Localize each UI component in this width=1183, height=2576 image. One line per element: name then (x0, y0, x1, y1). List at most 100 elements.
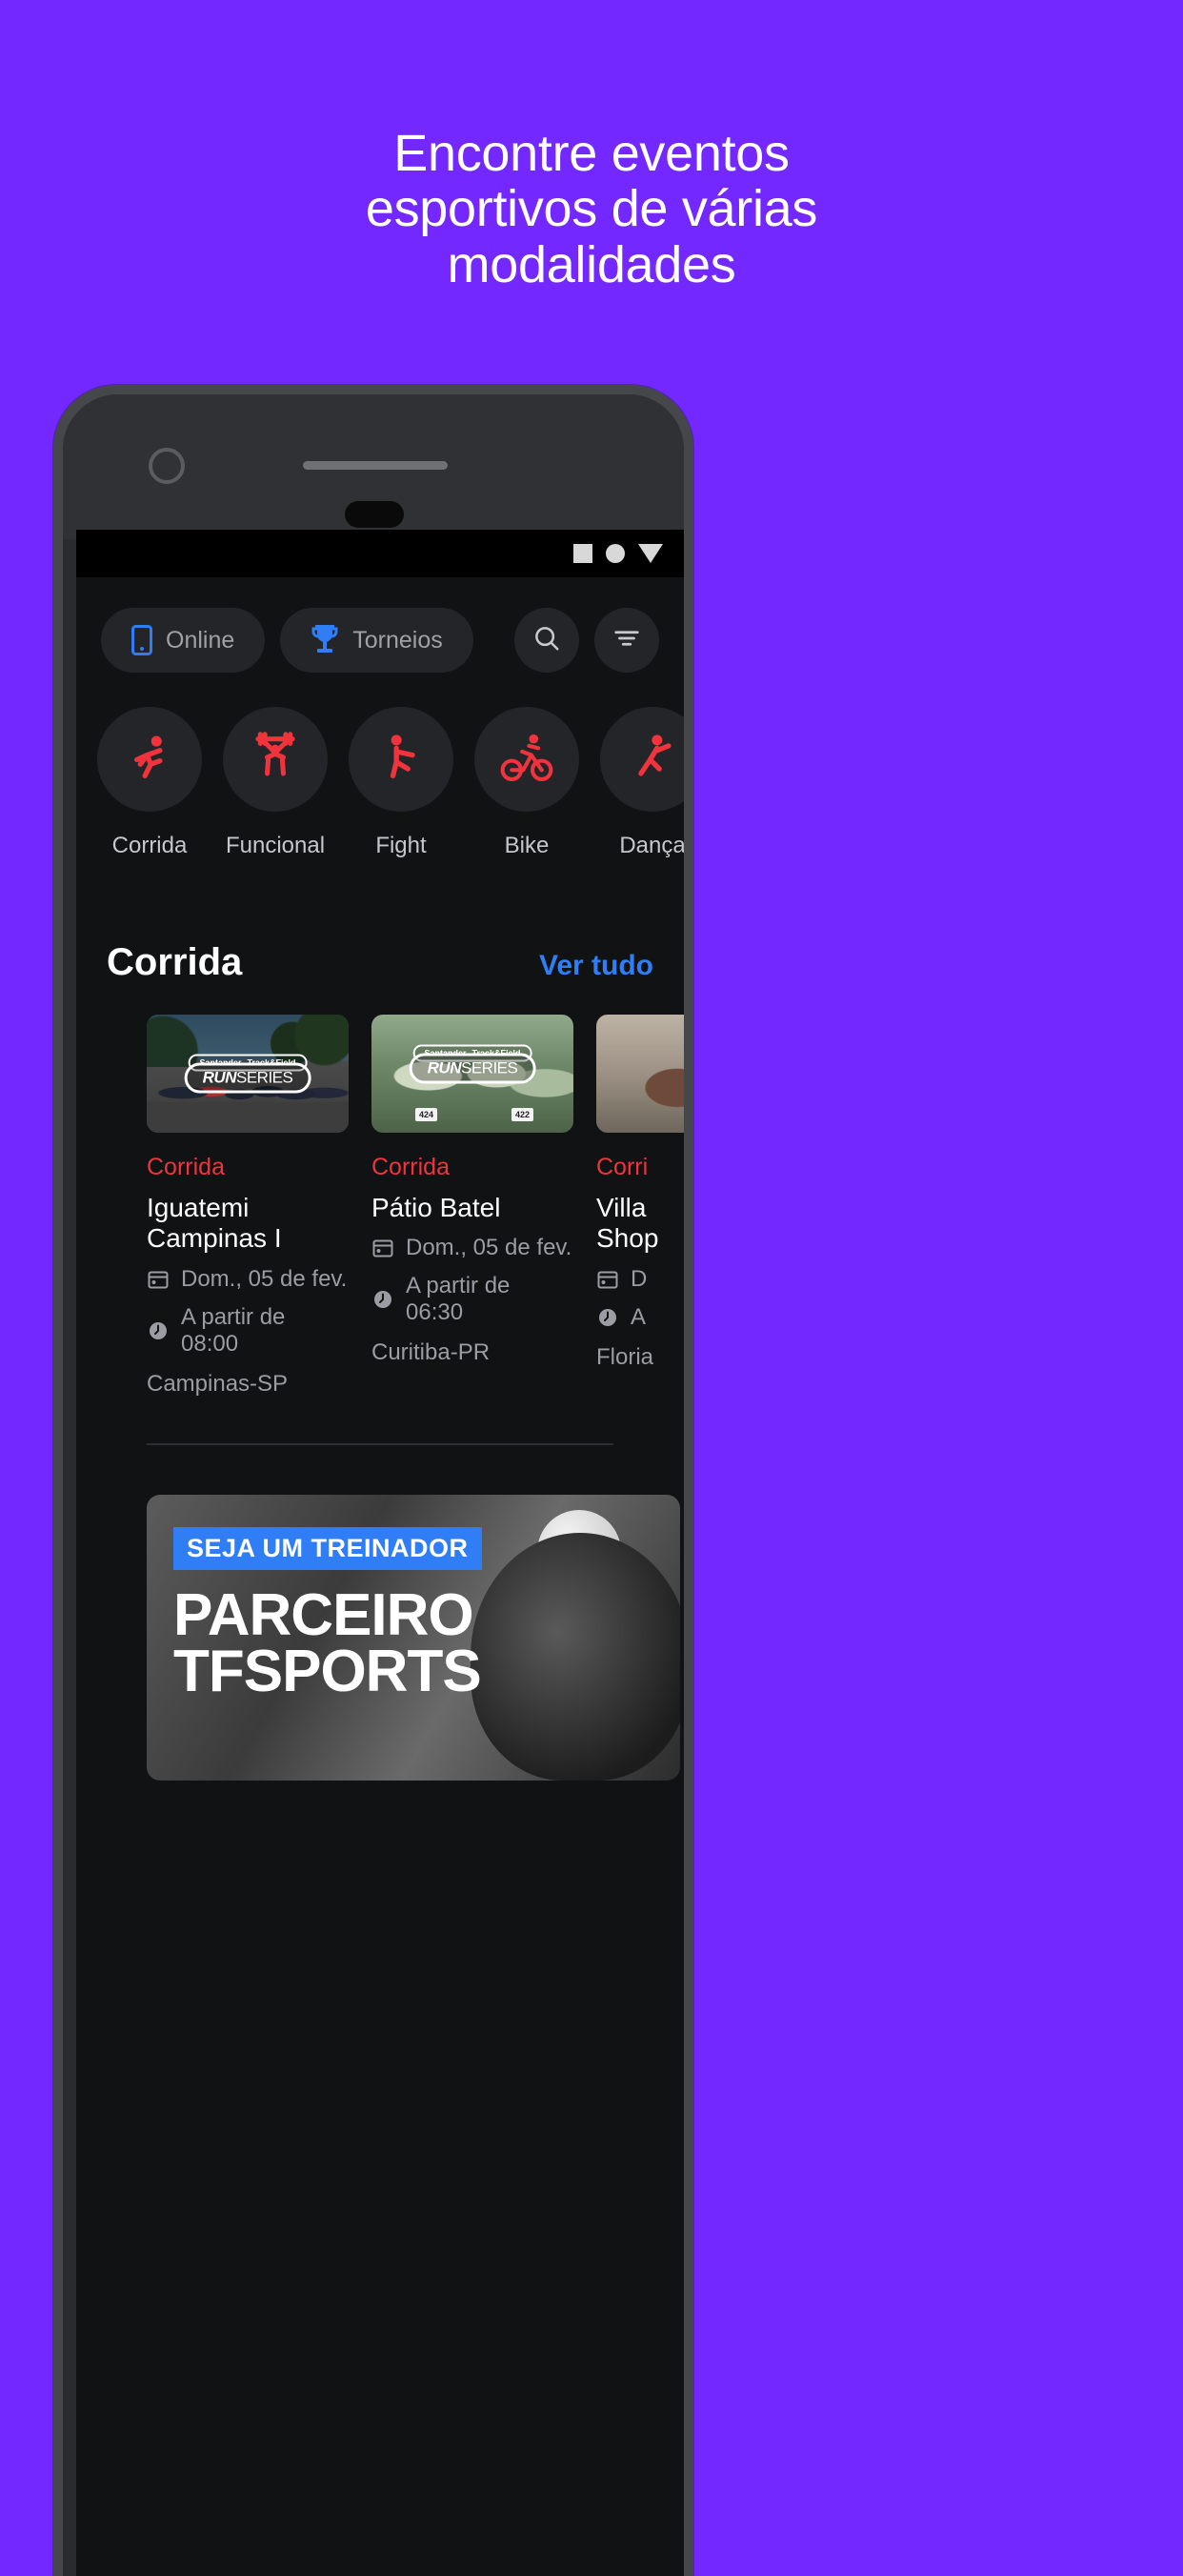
event-date: Dom., 05 de fev. (181, 1265, 348, 1292)
search-icon (532, 624, 561, 657)
phone-mockup: Online Torneios Corrida Funcional Fight … (32, 385, 1149, 2576)
event-time: A partir de 08:00 (181, 1303, 286, 1357)
kickboxing-icon (373, 730, 429, 790)
bib-number: 424 (415, 1108, 438, 1121)
event-time: A (631, 1303, 647, 1330)
event-date-row: D (596, 1266, 684, 1293)
event-date-row: Dom., 05 de fev. (147, 1266, 349, 1293)
run-label: RUN (202, 1068, 237, 1087)
trophy-icon (311, 625, 339, 655)
category-bike[interactable]: Bike (474, 707, 579, 859)
promo-badge: SEJA UM TREINADOR (173, 1526, 482, 1570)
running-icon (122, 730, 177, 790)
category-danca-label: Dança (619, 833, 684, 858)
event-card-image: 424 422 Santander Track&Field RUNSERIES (371, 1015, 573, 1133)
event-title: Iguatemi Campinas I (147, 1193, 282, 1254)
section-header: Corrida Ver tudo (76, 859, 684, 984)
runseries-logo: Santander Track&Field RUNSERIES (409, 1044, 536, 1084)
event-location: Campinas-SP (147, 1370, 289, 1397)
filter-sliders-icon (612, 624, 641, 657)
runseries-pill: RUNSERIES (184, 1062, 311, 1094)
promo-title-line-2: TFSPORTS (173, 1638, 482, 1704)
event-card-image: Santander Track&Field RUNSERIES (147, 1015, 349, 1133)
runseries-logo: Santander Track&Field RUNSERIES (184, 1054, 311, 1094)
promo-title: PARCEIRO TFSPORTS (173, 1581, 482, 1704)
headline-line-1: Encontre eventos (393, 125, 790, 182)
front-camera-icon (149, 448, 185, 484)
chip-online[interactable]: Online (101, 608, 266, 673)
clock-icon (371, 1288, 394, 1311)
earpiece-speaker (303, 461, 448, 470)
category-bike-label: Bike (504, 833, 550, 858)
athlete-photo (471, 1532, 680, 1781)
category-corrida[interactable]: Corrida (97, 707, 202, 859)
cycling-icon (499, 730, 554, 790)
event-time: A partir de 06:30 (406, 1273, 511, 1326)
event-card-image (596, 1015, 684, 1133)
category-funcional[interactable]: Funcional (223, 707, 328, 859)
event-card[interactable]: Corri Villa Shop D A Floria (596, 1015, 684, 1398)
event-time-row: A partir de 06:30 (371, 1273, 573, 1326)
event-tag: Corrida (371, 1154, 450, 1180)
calendar-icon (371, 1237, 394, 1259)
square-icon (573, 544, 592, 563)
event-tag: Corrida (147, 1154, 225, 1180)
phone-body: Online Torneios Corrida Funcional Fight … (53, 385, 693, 2576)
event-card[interactable]: 424 422 Santander Track&Field RUNSERIES (371, 1015, 573, 1398)
page-headline: Encontre eventos esportivos de várias mo… (0, 126, 1183, 292)
circle-icon (606, 544, 625, 563)
category-icon-wrap (97, 707, 202, 812)
weightlifting-icon (248, 730, 303, 790)
see-all-link[interactable]: Ver tudo (539, 950, 653, 982)
category-icon-wrap (349, 707, 453, 812)
phone-top-chrome (63, 394, 684, 539)
event-title-line-2: Shop (596, 1223, 659, 1254)
category-corrida-label: Corrida (111, 833, 188, 858)
series-label: SERIES (235, 1068, 293, 1087)
chip-online-label: Online (166, 626, 235, 654)
event-location: Floria (596, 1343, 654, 1370)
mobile-phone-icon (131, 625, 152, 655)
status-bar (76, 530, 684, 577)
event-location: Curitiba-PR (371, 1339, 491, 1366)
event-date-row: Dom., 05 de fev. (371, 1235, 573, 1261)
calendar-icon (147, 1268, 170, 1291)
run-label: RUN (427, 1058, 462, 1077)
chip-torneios-label: Torneios (352, 626, 443, 654)
event-date: D (631, 1265, 648, 1292)
chip-torneios[interactable]: Torneios (280, 608, 473, 673)
promo-title-line-1: PARCEIRO (173, 1581, 474, 1648)
triangle-down-icon (638, 544, 663, 563)
dancing-icon (625, 730, 680, 790)
search-button[interactable] (514, 608, 579, 673)
category-icon-wrap (600, 707, 684, 812)
category-icon-wrap (223, 707, 328, 812)
section-title: Corrida (107, 941, 243, 983)
runseries-pill: RUNSERIES (409, 1053, 536, 1084)
headline-line-3: modalidades (447, 235, 736, 293)
event-title-line-1: Villa (596, 1193, 647, 1222)
calendar-icon (596, 1268, 619, 1291)
event-tag: Corri (596, 1154, 649, 1180)
headline-line-2: esportivos de várias (365, 180, 818, 238)
category-fight[interactable]: Fight (349, 707, 453, 859)
event-time-row: A partir de 08:00 (147, 1304, 349, 1358)
event-cards-carousel[interactable]: Santander Track&Field RUNSERIES Corrida … (76, 984, 684, 1398)
clock-icon (596, 1306, 619, 1329)
filter-button[interactable] (594, 608, 659, 673)
category-icon-wrap (474, 707, 579, 812)
category-funcional-label: Funcional (225, 833, 326, 858)
filter-chips-row: Online Torneios (76, 577, 684, 673)
category-danca[interactable]: Dança (600, 707, 684, 859)
notch-pill (345, 501, 404, 528)
sport-categories-row: Corrida Funcional Fight Bike Dança (76, 673, 684, 859)
series-label: SERIES (460, 1058, 518, 1077)
event-title: Pátio Batel (371, 1193, 501, 1222)
event-photo (596, 1015, 684, 1133)
event-date: Dom., 05 de fev. (406, 1235, 572, 1261)
promo-banner[interactable]: SEJA UM TREINADOR PARCEIRO TFSPORTS (147, 1494, 680, 1781)
section-divider (147, 1442, 613, 1445)
event-card[interactable]: Santander Track&Field RUNSERIES Corrida … (147, 1015, 349, 1398)
event-time-row: A (596, 1304, 684, 1331)
phone-screen: Online Torneios Corrida Funcional Fight … (76, 530, 684, 2576)
